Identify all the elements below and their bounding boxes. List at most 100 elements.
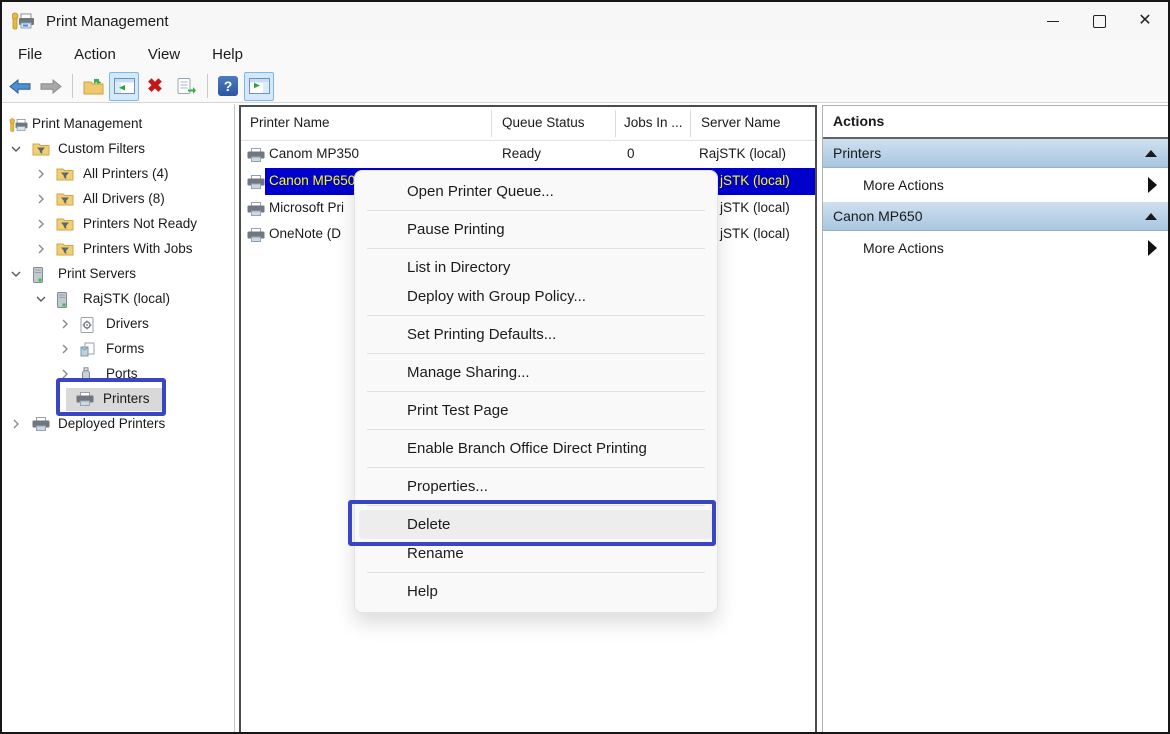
- menu-item-deploy-with-group-policy[interactable]: Deploy with Group Policy...: [359, 282, 713, 311]
- column-divider[interactable]: [615, 110, 616, 137]
- menu-item-list-in-directory[interactable]: List in Directory: [359, 253, 713, 282]
- tree-item-print-management[interactable]: Print Management: [4, 112, 234, 137]
- tree-item-label: Deployed Printers: [58, 416, 165, 431]
- menu-separator: [367, 572, 705, 573]
- more-actions-canon-mp650[interactable]: More Actions: [823, 231, 1169, 265]
- menu-item-open-printer-queue[interactable]: Open Printer Queue...: [359, 177, 713, 206]
- tree-item-forms[interactable]: Forms: [4, 337, 234, 362]
- tree-item-drivers[interactable]: Drivers: [4, 312, 234, 337]
- menu-item-print-test-page[interactable]: Print Test Page: [359, 396, 713, 425]
- delete-annotation-box: [348, 500, 716, 546]
- menu-item-pause-printing[interactable]: Pause Printing: [359, 215, 713, 244]
- menu-bar: File Action View Help: [2, 40, 1168, 70]
- server-name-cell: RajSTK (local): [699, 146, 786, 161]
- more-actions-printers[interactable]: More Actions: [823, 168, 1169, 202]
- tree-item-all-drivers[interactable]: All Drivers (8): [4, 187, 234, 212]
- printers-annotation-box: [56, 378, 166, 416]
- menu-separator: [367, 248, 705, 249]
- column-header-printer-name[interactable]: Printer Name: [250, 115, 330, 130]
- menu-file[interactable]: File: [12, 43, 54, 68]
- toolbar: ✖ ?: [2, 70, 1168, 103]
- submenu-arrow-icon: [1148, 240, 1157, 256]
- tree-item-all-printers[interactable]: All Printers (4): [4, 162, 234, 187]
- submenu-arrow-icon: [1148, 177, 1157, 193]
- help-button[interactable]: ?: [213, 72, 243, 101]
- toolbar-separator: [207, 74, 208, 98]
- tree-item-printers-not-ready[interactable]: Printers Not Ready: [4, 212, 234, 237]
- back-button[interactable]: [5, 72, 35, 101]
- tree-item-print-servers[interactable]: Print Servers: [4, 262, 234, 287]
- chevron-right-icon[interactable]: [36, 169, 46, 179]
- menu-item-set-printing-defaults[interactable]: Set Printing Defaults...: [359, 320, 713, 349]
- tree-item-label: Print Management: [32, 116, 142, 131]
- menu-view[interactable]: View: [142, 43, 192, 68]
- queue-status-cell: Ready: [502, 146, 541, 161]
- column-header-jobs-in[interactable]: Jobs In ...: [624, 115, 683, 130]
- print-management-icon: [9, 117, 30, 133]
- column-divider[interactable]: [690, 110, 691, 137]
- toggle-action-pane-button[interactable]: [244, 72, 274, 101]
- printer-row-canom-mp350[interactable]: Canom MP350 Ready 0 RajSTK (local): [241, 141, 815, 168]
- menu-separator: [367, 467, 705, 468]
- maximize-button[interactable]: [1076, 2, 1122, 40]
- print-management-app-icon: [12, 11, 36, 31]
- filter-folder-icon: [56, 192, 74, 206]
- close-button[interactable]: ✕: [1122, 2, 1168, 40]
- actions-pane: Actions Printers More Actions Canon MP65…: [822, 105, 1170, 734]
- export-list-button[interactable]: [171, 72, 201, 101]
- server-name-cell: jSTK (local): [720, 173, 790, 188]
- forms-icon: [80, 342, 96, 357]
- minimize-button[interactable]: [1030, 2, 1076, 40]
- filter-folder-icon: [56, 167, 74, 181]
- menu-item-enable-branch-office-direct-printing[interactable]: Enable Branch Office Direct Printing: [359, 434, 713, 463]
- collapse-arrow-icon[interactable]: [1145, 150, 1157, 157]
- chevron-right-icon[interactable]: [60, 319, 70, 329]
- drivers-icon: [80, 317, 94, 333]
- export-folder-icon: [83, 78, 104, 95]
- chevron-down-icon[interactable]: [36, 294, 46, 304]
- menu-item-help[interactable]: Help: [359, 577, 713, 606]
- printer-name-cell: Microsoft Pri: [269, 200, 344, 215]
- tree-item-label: Printers With Jobs: [83, 241, 193, 256]
- menu-separator: [367, 315, 705, 316]
- export-folder-button[interactable]: [78, 72, 108, 101]
- more-actions-label: More Actions: [863, 177, 944, 193]
- context-menu: Open Printer Queue... Pause Printing Lis…: [354, 170, 718, 613]
- filter-folder-icon: [56, 217, 74, 231]
- tree-item-label: Custom Filters: [58, 141, 145, 156]
- tree-item-rajstk-local[interactable]: RajSTK (local): [4, 287, 234, 312]
- menu-item-manage-sharing[interactable]: Manage Sharing...: [359, 358, 713, 387]
- chevron-right-icon[interactable]: [60, 344, 70, 354]
- menu-item-properties[interactable]: Properties...: [359, 472, 713, 501]
- menu-action[interactable]: Action: [68, 43, 128, 68]
- chevron-down-icon[interactable]: [11, 269, 21, 279]
- delete-x-icon: ✖: [147, 77, 163, 96]
- tree-item-printers-with-jobs[interactable]: Printers With Jobs: [4, 237, 234, 262]
- column-header-queue-status[interactable]: Queue Status: [502, 115, 585, 130]
- toggle-console-tree-button[interactable]: [109, 72, 139, 101]
- collapse-arrow-icon[interactable]: [1145, 213, 1157, 220]
- actions-section-canon-mp650[interactable]: Canon MP650: [823, 202, 1169, 231]
- actions-section-header: Canon MP650: [833, 208, 923, 224]
- column-header-server-name[interactable]: Server Name: [701, 115, 781, 130]
- printer-icon: [32, 417, 50, 431]
- tree-item-custom-filters[interactable]: Custom Filters: [4, 137, 234, 162]
- list-header: Printer Name Queue Status Jobs In ... Se…: [241, 107, 815, 141]
- forward-button[interactable]: [36, 72, 66, 101]
- delete-button[interactable]: ✖: [140, 72, 170, 101]
- menu-separator: [367, 429, 705, 430]
- tree-item-label: Print Servers: [58, 266, 136, 281]
- toggle-console-tree-icon: [114, 78, 135, 94]
- column-divider[interactable]: [491, 110, 492, 137]
- menu-help[interactable]: Help: [206, 43, 255, 68]
- menu-separator: [367, 353, 705, 354]
- server-name-cell: jSTK (local): [720, 226, 790, 241]
- chevron-right-icon[interactable]: [36, 219, 46, 229]
- close-icon: ✕: [1138, 13, 1151, 29]
- chevron-right-icon[interactable]: [36, 194, 46, 204]
- actions-section-printers[interactable]: Printers: [823, 139, 1169, 168]
- printer-icon: [247, 175, 265, 189]
- chevron-right-icon[interactable]: [36, 244, 46, 254]
- chevron-down-icon[interactable]: [11, 144, 21, 154]
- chevron-right-icon[interactable]: [11, 419, 21, 429]
